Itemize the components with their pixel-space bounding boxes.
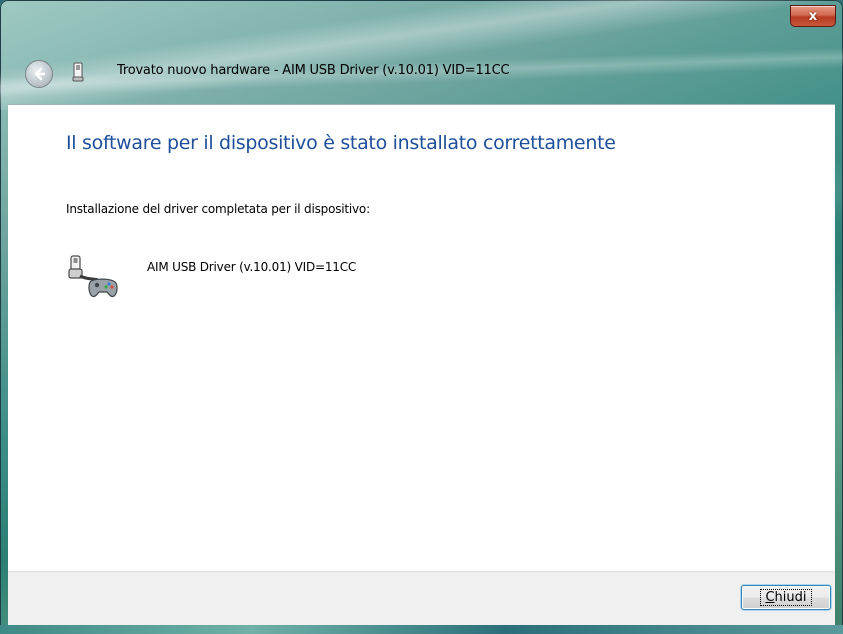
window-title: Trovato nuovo hardware - AIM USB Driver …: [117, 63, 510, 78]
title-bar: x Trovato nuovo hardware - AIM USB Drive…: [0, 0, 843, 104]
dialog-window: x Trovato nuovo hardware - AIM USB Drive…: [0, 0, 843, 634]
back-button[interactable]: [25, 60, 53, 88]
window-close-button[interactable]: x: [790, 5, 836, 27]
close-icon: x: [808, 8, 818, 24]
close-button-label: Chiudi: [760, 589, 812, 606]
back-arrow-icon: [34, 67, 46, 81]
usb-gamepad-device-icon: [68, 255, 118, 298]
close-button-label-rest: hiudi: [774, 590, 807, 605]
page-heading: Il software per il dispositivo è stato i…: [66, 132, 616, 154]
content-area: Il software per il dispositivo è stato i…: [8, 104, 835, 572]
usb-device-icon: [72, 62, 84, 82]
close-button[interactable]: Chiudi: [741, 585, 831, 610]
button-footer: Chiudi: [8, 571, 835, 626]
close-button-mnemonic: C: [765, 590, 775, 605]
window-bottom-border: [0, 625, 843, 634]
device-name: AIM USB Driver (v.10.01) VID=11CC: [147, 260, 357, 274]
status-text: Installazione del driver completata per …: [66, 202, 370, 216]
